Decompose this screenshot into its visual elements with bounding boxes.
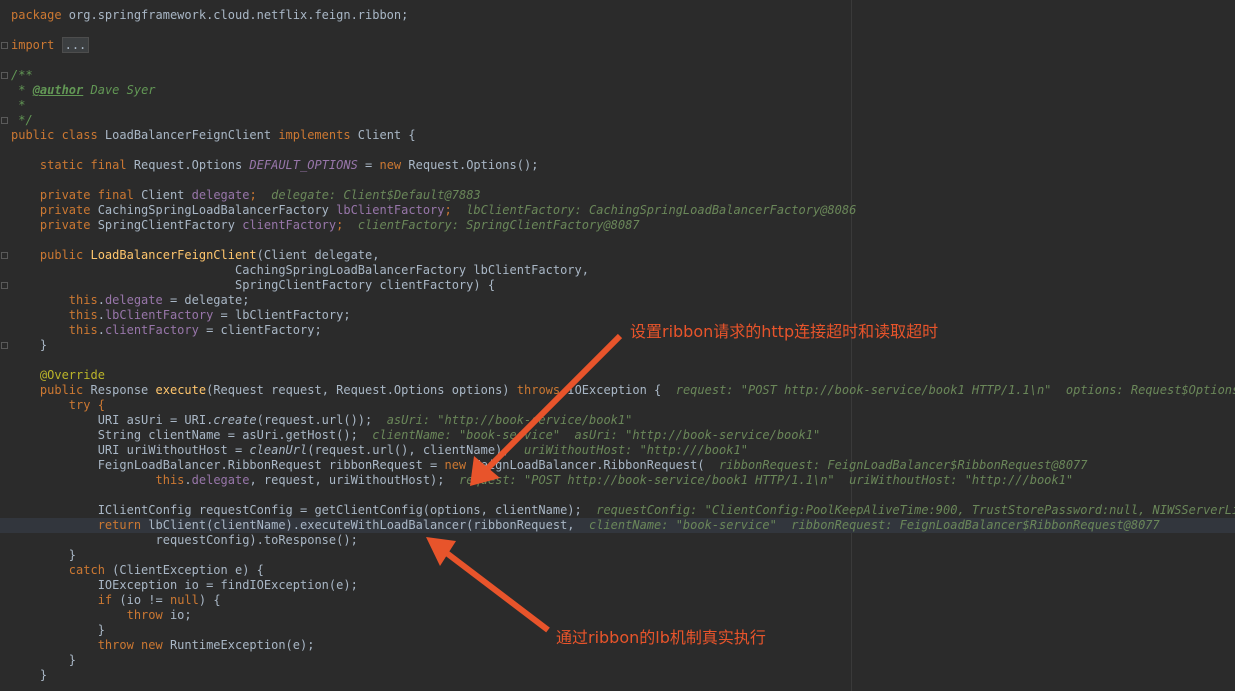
annotation-execute-note: 通过ribbon的lb机制真实执行	[556, 628, 766, 647]
annotation-timeout-note: 设置ribbon请求的http连接超时和读取超时	[630, 322, 939, 341]
annotation-arrows	[426, 333, 623, 633]
arrow-head	[426, 537, 456, 566]
arrow-to-execute-with-lb	[438, 545, 550, 633]
arrow-to-ribbon-request	[479, 333, 623, 477]
